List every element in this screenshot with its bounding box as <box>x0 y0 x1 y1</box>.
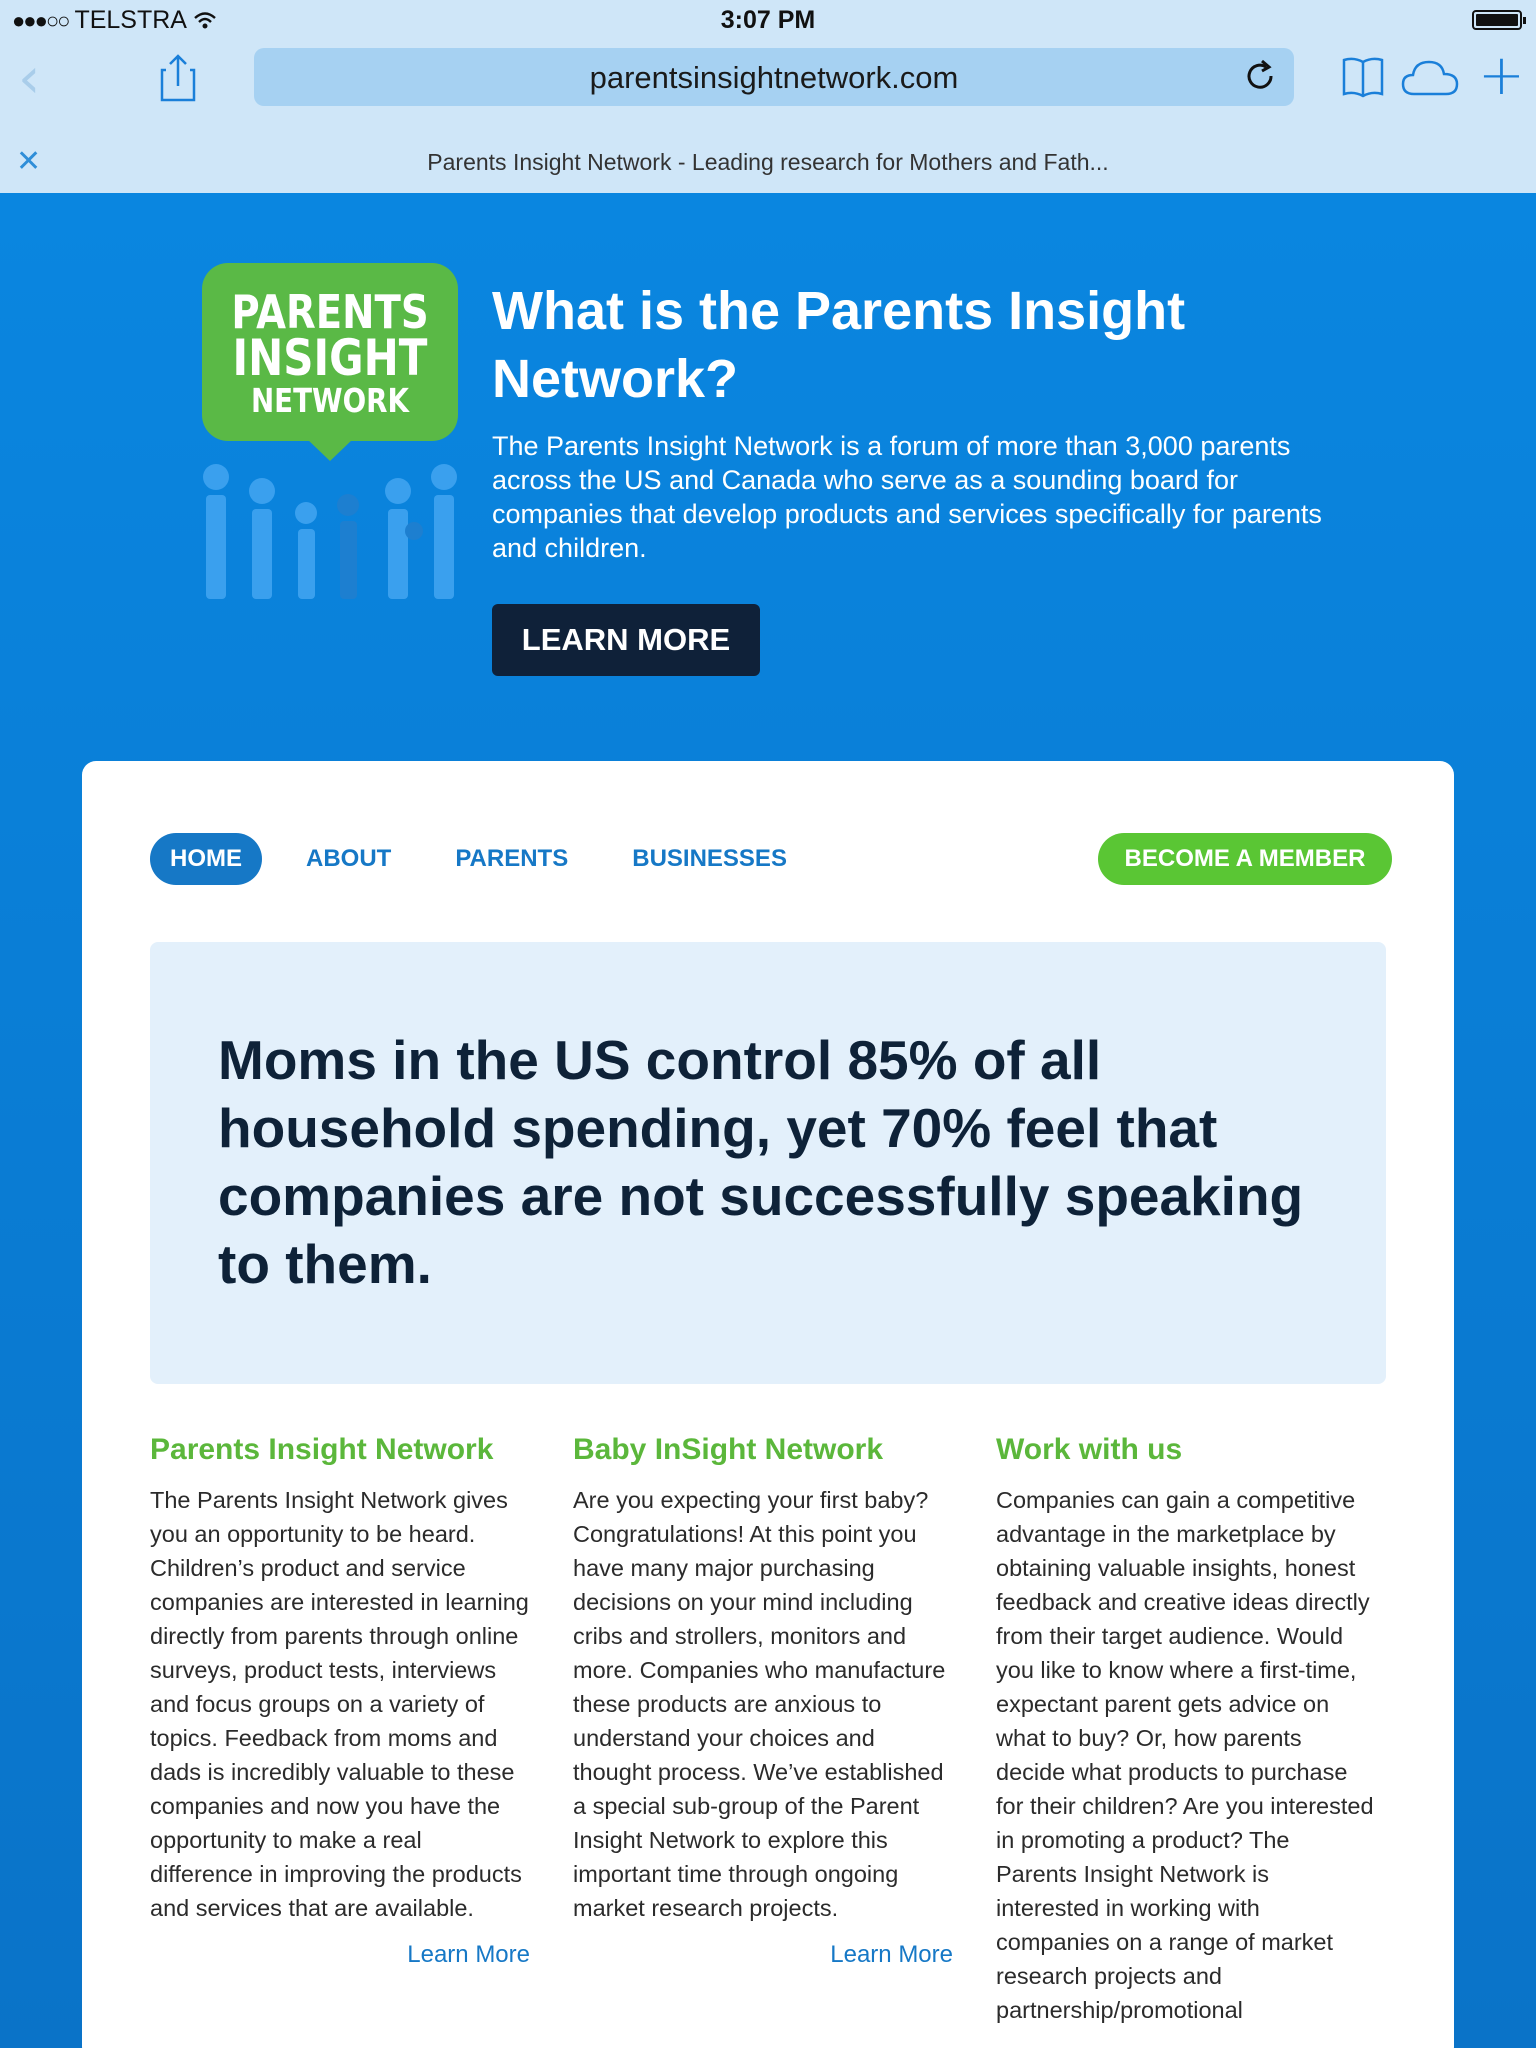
column-title: Baby InSight Network <box>573 1433 884 1466</box>
content-card: HOME ABOUT PARENTS BUSINESSES BECOME A M… <box>82 761 1454 2048</box>
logo-bubble-tail <box>307 439 353 461</box>
share-icon[interactable] <box>158 52 198 104</box>
feature-column-parents: Parents Insight Network The Parents Insi… <box>150 1433 530 1969</box>
address-bar[interactable]: parentsinsightnetwork.com <box>254 48 1294 106</box>
tab-title[interactable]: Parents Insight Network - Leading resear… <box>0 149 1536 176</box>
column-title: Parents Insight Network <box>150 1433 494 1466</box>
column-title: Work with us <box>996 1433 1183 1466</box>
nav-item-businesses[interactable]: BUSINESSES <box>612 833 807 885</box>
logo-text-line: NETWORK <box>250 381 409 420</box>
site-logo[interactable]: PARENTS INSIGHT NETWORK <box>202 263 458 599</box>
highlight-quote-box: Moms in the US control 85% of all househ… <box>150 942 1386 1384</box>
highlight-quote: Moms in the US control 85% of all househ… <box>218 1029 1304 1295</box>
battery-icon <box>1472 10 1526 30</box>
learn-more-link[interactable]: Learn More <box>573 1941 953 1969</box>
nav-item-parents[interactable]: PARENTS <box>435 833 588 885</box>
feature-column-work: Work with us Companies can gain a compet… <box>996 1433 1376 2027</box>
learn-more-button[interactable]: LEARN MORE <box>492 604 760 676</box>
status-bar: ●●●○○ TELSTRA 3:07 PM <box>0 0 1536 40</box>
chevron-left-icon[interactable]: ‹ <box>18 51 58 107</box>
url-text[interactable]: parentsinsightnetwork.com <box>254 60 1294 96</box>
learn-more-link[interactable]: Learn More <box>150 1941 530 1969</box>
main-nav: HOME ABOUT PARENTS BUSINESSES <box>150 833 807 885</box>
hero-description: The Parents Insight Network is a forum o… <box>492 431 1322 563</box>
tab-bar: ✕ Parents Insight Network - Leading rese… <box>0 132 1536 192</box>
column-text: The Parents Insight Network gives you an… <box>150 1487 529 1921</box>
hero-title: What is the Parents Insight Network? <box>492 281 1186 409</box>
become-member-button[interactable]: BECOME A MEMBER <box>1098 833 1392 885</box>
new-tab-icon[interactable]: + <box>1478 48 1525 104</box>
logo-text-line: INSIGHT <box>232 329 428 387</box>
feature-column-baby: Baby InSight Network Are you expecting y… <box>573 1433 953 1969</box>
family-figures-icon <box>203 464 457 599</box>
nav-item-about[interactable]: ABOUT <box>286 833 411 885</box>
icloud-tabs-icon[interactable] <box>1400 56 1460 100</box>
column-text: Are you expecting your first baby? Congr… <box>573 1487 946 1921</box>
web-page: PARENTS INSIGHT NETWORK What is the Pare… <box>0 193 1536 2048</box>
clock: 3:07 PM <box>720 6 816 34</box>
nav-item-home[interactable]: HOME <box>150 833 262 885</box>
bookmarks-icon[interactable] <box>1340 54 1386 100</box>
reload-icon[interactable] <box>1240 56 1280 96</box>
browser-chrome: ●●●○○ TELSTRA 3:07 PM ‹ parentsinsightne… <box>0 0 1536 193</box>
column-text: Companies can gain a competitive advanta… <box>996 1487 1374 2023</box>
